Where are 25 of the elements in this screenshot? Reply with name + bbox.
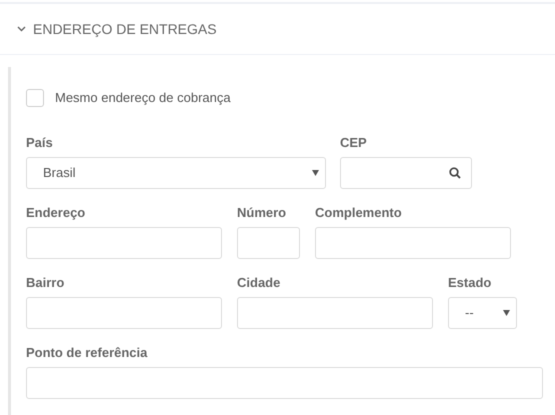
field-label: Bairro <box>26 274 66 290</box>
search-field[interactable] <box>340 156 472 188</box>
input-field[interactable] <box>26 366 543 398</box>
search-icon <box>449 166 461 178</box>
checkbox[interactable] <box>26 88 44 107</box>
field-label: Estado <box>448 274 492 290</box>
input-field[interactable] <box>237 296 433 328</box>
field-label: CEP <box>340 134 368 150</box>
field-label: Cidade <box>237 274 282 290</box>
field-label: País <box>26 134 54 150</box>
input-field[interactable] <box>26 226 222 258</box>
input-field[interactable] <box>315 226 511 258</box>
checkbox-label: Mesmo endereço de cobrança <box>55 89 231 107</box>
field-label: Complemento <box>315 204 403 220</box>
select-field[interactable]: Brasil <box>26 156 326 188</box>
field-label: Endereço <box>26 204 86 220</box>
chevron-icon[interactable] <box>17 26 26 32</box>
caret-icon <box>312 170 319 176</box>
input-field[interactable] <box>26 296 222 328</box>
section-title[interactable]: ENDEREÇO DE ENTREGAS <box>33 18 217 40</box>
input-field[interactable] <box>237 226 300 258</box>
caret-icon <box>503 310 510 316</box>
field-label: Ponto de referência <box>26 344 148 360</box>
field-label: Número <box>237 204 288 220</box>
select-field[interactable]: -- <box>448 296 517 328</box>
